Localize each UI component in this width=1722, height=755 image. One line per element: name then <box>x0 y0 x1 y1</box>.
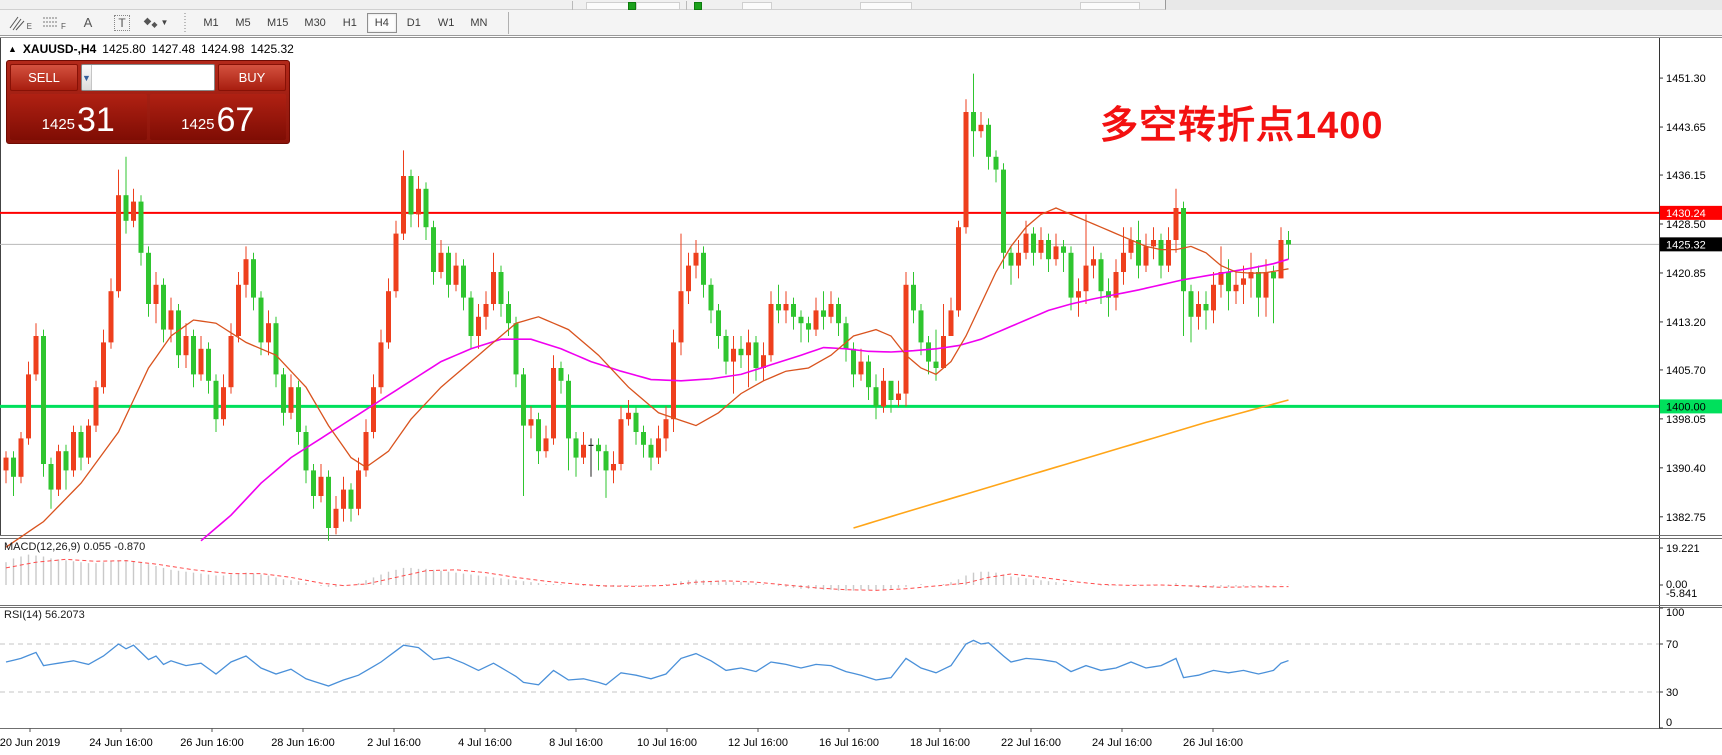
chart-annotation-text: 多空转折点1400 <box>1100 94 1384 149</box>
rsi-panel[interactable]: 100 70 30 0 <box>0 607 1684 729</box>
svg-text:24 Jun 16:00: 24 Jun 16:00 <box>89 737 153 749</box>
sell-button[interactable]: SELL <box>10 64 78 91</box>
price-axis[interactable]: 1451.30 1443.65 1436.15 1428.50 1420.85 1413.… <box>1659 73 1722 524</box>
svg-text:1405.70: 1405.70 <box>1666 365 1706 377</box>
svg-text:1451.30: 1451.30 <box>1666 73 1706 85</box>
ma-mid-line <box>201 259 1289 541</box>
svg-text:19.221: 19.221 <box>1666 543 1700 555</box>
buy-price-pips: 67 <box>217 103 255 137</box>
ma-slow-line <box>854 400 1289 528</box>
sell-price-box[interactable]: 1425 31 <box>10 94 147 140</box>
volume-decrease-button[interactable]: ▼ <box>82 65 92 90</box>
svg-text:20 Jun 2019: 20 Jun 2019 <box>0 737 60 749</box>
rsi-panel-label: RSI(14) 56.2073 <box>4 609 85 621</box>
svg-text:1430.24: 1430.24 <box>1666 208 1706 220</box>
svg-text:0: 0 <box>1666 717 1672 729</box>
collapse-icon[interactable]: ▲ <box>8 44 17 54</box>
svg-text:2 Jul 16:00: 2 Jul 16:00 <box>367 737 421 749</box>
symbol-name: XAUUSD-,H4 <box>23 42 96 56</box>
macd-name: MACD(12,26,9) <box>4 541 80 553</box>
svg-text:10 Jul 16:00: 10 Jul 16:00 <box>637 737 697 749</box>
svg-text:1443.65: 1443.65 <box>1666 122 1706 134</box>
rsi-value: 56.2073 <box>45 609 85 621</box>
svg-text:24 Jul 16:00: 24 Jul 16:00 <box>1092 737 1152 749</box>
ohlc-high: 1427.48 <box>152 42 195 56</box>
volume-stepper: ▼ ▲ <box>81 64 215 91</box>
volume-input[interactable] <box>92 65 215 90</box>
svg-text:-5.841: -5.841 <box>1666 588 1697 600</box>
svg-text:100: 100 <box>1666 607 1684 619</box>
macd-panel-label: MACD(12,26,9) 0.055 -0.870 <box>4 541 145 553</box>
trading-terminal-window: EFAT◆◆▼ M1M5M15M30H1H4D1W1MN 1451.301443… <box>0 0 1722 755</box>
svg-text:1382.75: 1382.75 <box>1666 512 1706 524</box>
buy-price-box[interactable]: 1425 67 <box>150 94 287 140</box>
svg-text:1400.00: 1400.00 <box>1666 401 1706 413</box>
ma-fast-line <box>6 208 1289 547</box>
svg-text:70: 70 <box>1666 639 1678 651</box>
svg-text:1425.32: 1425.32 <box>1666 239 1706 251</box>
buy-button[interactable]: BUY <box>218 64 286 91</box>
sell-price-handle: 1425 <box>42 116 75 133</box>
macd-signal-value: -0.870 <box>114 541 145 553</box>
svg-text:26 Jul 16:00: 26 Jul 16:00 <box>1183 737 1243 749</box>
macd-value: 0.055 <box>83 541 111 553</box>
ohlc-open: 1425.80 <box>102 42 145 56</box>
one-click-trading-panel: SELL ▼ ▲ BUY 1425 31 1425 67 <box>6 60 290 144</box>
svg-text:1413.20: 1413.20 <box>1666 317 1706 329</box>
svg-text:12 Jul 16:00: 12 Jul 16:00 <box>728 737 788 749</box>
sell-price-pips: 31 <box>77 103 115 137</box>
svg-text:1390.40: 1390.40 <box>1666 463 1706 475</box>
svg-text:1428.50: 1428.50 <box>1666 219 1706 231</box>
buy-price-handle: 1425 <box>181 116 214 133</box>
svg-text:1420.85: 1420.85 <box>1666 268 1706 280</box>
svg-text:1436.15: 1436.15 <box>1666 170 1706 182</box>
svg-text:1398.05: 1398.05 <box>1666 414 1706 426</box>
rsi-name: RSI(14) <box>4 609 42 621</box>
svg-text:28 Jun 16:00: 28 Jun 16:00 <box>271 737 335 749</box>
ohlc-close: 1425.32 <box>250 42 293 56</box>
svg-text:26 Jun 16:00: 26 Jun 16:00 <box>180 737 244 749</box>
svg-text:22 Jul 16:00: 22 Jul 16:00 <box>1001 737 1061 749</box>
svg-text:16 Jul 16:00: 16 Jul 16:00 <box>819 737 879 749</box>
svg-text:30: 30 <box>1666 687 1678 699</box>
svg-text:4 Jul 16:00: 4 Jul 16:00 <box>458 737 512 749</box>
macd-panel[interactable]: 19.2210.00-5.841 <box>6 543 1700 600</box>
ohlc-low: 1424.98 <box>201 42 244 56</box>
date-axis[interactable]: 20 Jun 2019 24 Jun 16:00 26 Jun 16:00 28 Ju… <box>0 728 1243 749</box>
svg-text:18 Jul 16:00: 18 Jul 16:00 <box>910 737 970 749</box>
symbol-header: ▲ XAUUSD-,H4 1425.80 1427.48 1424.98 142… <box>8 42 294 56</box>
svg-text:8 Jul 16:00: 8 Jul 16:00 <box>549 737 603 749</box>
